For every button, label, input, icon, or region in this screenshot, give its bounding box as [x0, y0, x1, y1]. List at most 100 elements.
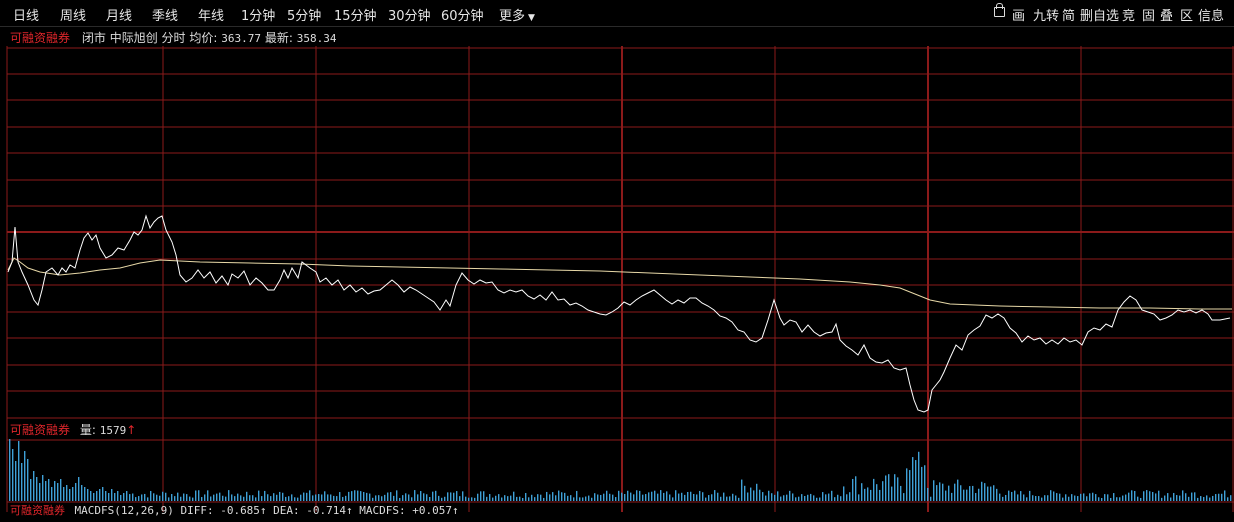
volume-bar: [150, 490, 152, 501]
volume-bar: [1122, 495, 1124, 501]
volume-bar: [1041, 497, 1043, 501]
volume-bar: [1074, 495, 1076, 501]
volume-bar: [54, 481, 56, 501]
volume-bar: [309, 490, 311, 501]
volume-bar: [897, 477, 899, 501]
volume-bar: [513, 491, 515, 501]
volume-bar: [741, 479, 743, 501]
volume-bar: [711, 494, 713, 501]
volume-bar: [321, 494, 323, 501]
intraday-chart[interactable]: [0, 0, 1234, 512]
volume-bar: [1215, 494, 1217, 501]
volume-bar: [702, 492, 704, 501]
volume-bar: [1044, 495, 1046, 501]
volume-bar: [129, 494, 131, 501]
volume-bar: [438, 495, 440, 501]
volume-bar: [747, 492, 749, 501]
volume-bar: [114, 493, 116, 501]
volume-bar: [24, 451, 26, 501]
macd-indicator-label[interactable]: 可融资融券: [10, 504, 65, 517]
volume-bar: [924, 465, 926, 501]
volume-bar: [858, 494, 860, 501]
volume-bar: [981, 481, 983, 501]
volume-bar: [18, 441, 20, 501]
volume-indicator-label[interactable]: 可融资融券: [10, 423, 70, 437]
volume-bar: [1056, 493, 1058, 501]
volume-bar: [84, 487, 86, 501]
volume-bar: [282, 492, 284, 501]
volume-bar: [297, 497, 299, 501]
volume-bar: [399, 497, 401, 501]
volume-bar: [519, 496, 521, 501]
volume-bar: [21, 463, 23, 501]
volume-bar: [171, 494, 173, 501]
volume-bar: [819, 497, 821, 501]
volume-bar: [1227, 497, 1229, 501]
volume-bar: [663, 492, 665, 501]
volume-bar: [414, 490, 416, 501]
volume-bar: [351, 491, 353, 501]
volume-bar: [603, 493, 605, 501]
volume-bar: [261, 496, 263, 501]
volume-bar: [144, 493, 146, 501]
volume-bar: [984, 483, 986, 501]
volume-bar: [204, 494, 206, 501]
volume-bar: [156, 494, 158, 501]
volume-bar: [633, 494, 635, 501]
volume-bar: [558, 490, 560, 501]
volume-bar: [507, 496, 509, 501]
volume-bar: [522, 497, 524, 501]
volume-bar: [300, 494, 302, 501]
volume-bar: [393, 495, 395, 501]
volume-bar: [243, 496, 245, 501]
volume-bar: [159, 495, 161, 501]
volume-bar: [579, 497, 581, 501]
volume-bar: [1059, 493, 1061, 501]
volume-bar: [1065, 494, 1067, 501]
volume-bar: [105, 491, 107, 501]
volume-bar: [849, 492, 851, 501]
volume-bar: [555, 495, 557, 501]
volume-bar: [945, 490, 947, 501]
volume-bar: [594, 493, 596, 501]
volume-bar: [126, 491, 128, 501]
volume-bar: [1077, 496, 1079, 501]
volume-bar: [1050, 490, 1052, 501]
volume-bar: [1020, 491, 1022, 501]
avg-price-line: [7, 257, 1232, 310]
volume-bar: [1002, 496, 1004, 501]
volume-bar: [687, 491, 689, 501]
volume-bar: [210, 496, 212, 501]
volume-bar: [1209, 497, 1211, 501]
volume-bar: [102, 487, 104, 501]
volume-bar: [918, 451, 920, 501]
volume-bar: [426, 494, 428, 501]
volume-bar: [717, 492, 719, 501]
volume-bar: [792, 493, 794, 501]
volume-bar: [615, 497, 617, 501]
volume-bar: [138, 496, 140, 501]
volume-bar: [408, 494, 410, 501]
volume-bar: [276, 494, 278, 501]
volume-bar: [372, 497, 374, 501]
volume-bar: [828, 493, 830, 501]
volume-bar: [906, 468, 908, 501]
volume-bar: [597, 494, 599, 501]
volume-bar: [1206, 495, 1208, 501]
volume-bar: [549, 494, 551, 501]
volume-bar: [783, 495, 785, 501]
volume-bar: [738, 497, 740, 501]
volume-bar: [1104, 494, 1106, 501]
volume-bar: [48, 479, 50, 501]
volume-bar: [975, 493, 977, 501]
volume-bar: [285, 496, 287, 501]
volume-bar: [72, 487, 74, 501]
volume-bar: [1218, 493, 1220, 501]
volume-bar: [498, 494, 500, 501]
volume-bar: [237, 493, 239, 501]
volume-bar: [1131, 490, 1133, 501]
volume-value: 1579: [99, 424, 127, 437]
volume-bar: [117, 491, 119, 501]
volume-bar: [240, 495, 242, 501]
volume-bar: [1083, 493, 1085, 501]
